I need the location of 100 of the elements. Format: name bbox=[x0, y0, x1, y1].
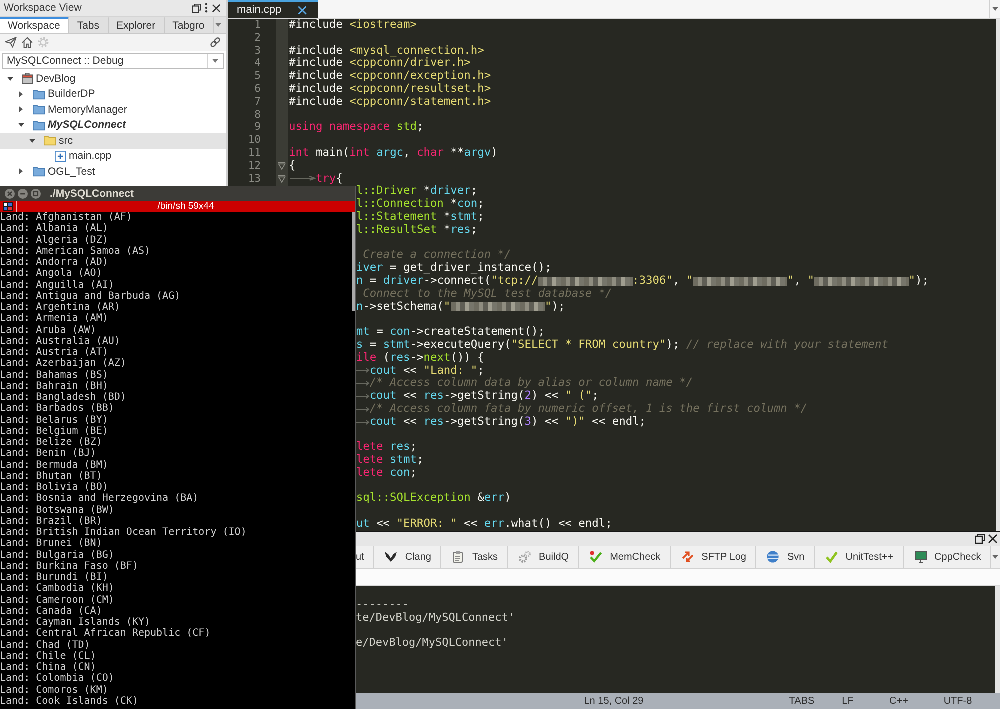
terminal-line: Land: Brazil (BR) bbox=[0, 516, 102, 527]
language: C++ bbox=[890, 696, 908, 706]
terminal-line: Land: Chad (TD) bbox=[0, 640, 90, 651]
terminal-line: Land: Bahrain (BH) bbox=[0, 380, 108, 392]
link-icon[interactable] bbox=[210, 37, 221, 48]
output-tab[interactable]: Svn bbox=[756, 546, 815, 568]
minimize-icon[interactable] bbox=[18, 188, 28, 198]
panel-title: Workspace View bbox=[4, 2, 82, 14]
tree-item[interactable]: DevBlog bbox=[0, 71, 226, 86]
tree-item[interactable]: main.cpp bbox=[0, 148, 226, 164]
more-options-icon[interactable] bbox=[205, 3, 208, 13]
caret-icon[interactable] bbox=[212, 59, 219, 63]
terminal-line: Land: China (CN) bbox=[0, 662, 96, 673]
terminal-line: Land: Aruba (AW) bbox=[0, 324, 96, 336]
expander-icon[interactable] bbox=[18, 123, 24, 128]
line-number: 7 bbox=[254, 96, 261, 109]
output-tab[interactable]: MemCheck bbox=[579, 546, 671, 568]
terminal-line: Land: Belgium (BE) bbox=[0, 426, 108, 437]
terminal-line: Land: Albania (AL) bbox=[0, 223, 108, 234]
code-text: lete con; bbox=[356, 466, 417, 480]
code-text: iver = get_driver_instance(); bbox=[356, 262, 552, 275]
code-text: ", " bbox=[787, 274, 814, 288]
expander-icon[interactable] bbox=[6, 76, 14, 81]
tree-item[interactable]: MySQLConnect bbox=[0, 118, 226, 133]
line-number: 1 bbox=[254, 19, 261, 32]
terminal-line: Land: Burundi (BI) bbox=[0, 572, 108, 583]
expander-icon[interactable] bbox=[19, 90, 23, 98]
line-number: 5 bbox=[254, 70, 261, 83]
check-icon bbox=[826, 551, 838, 563]
tab[interactable]: Tabs bbox=[69, 17, 109, 33]
code-text: n = driver->connect("tcp:// bbox=[356, 274, 538, 288]
terminal-line: Land: American Samoa (AS) bbox=[0, 246, 151, 257]
code-text: using namespace std; bbox=[289, 121, 424, 134]
terminal-line: Land: Austria (AT) bbox=[0, 347, 108, 358]
code-text: #include <cppconn/resultset.h> bbox=[289, 82, 492, 96]
tab-arrow-icon bbox=[356, 368, 370, 374]
fold-marker-icon[interactable] bbox=[278, 162, 286, 170]
code-text: "); bbox=[908, 274, 929, 288]
code-text: sql::SQLException &err) bbox=[356, 492, 512, 506]
code-text: lete res; bbox=[356, 441, 417, 454]
terminal-line: Land: Antigua and Barbuda (AG) bbox=[0, 290, 181, 302]
home-icon[interactable] bbox=[22, 37, 33, 48]
expander-icon[interactable] bbox=[19, 168, 23, 176]
output-tab[interactable]: Tasks bbox=[441, 546, 508, 568]
monitor-icon bbox=[914, 551, 927, 563]
line-number: 6 bbox=[254, 82, 261, 96]
terminal-line: Land: Bulgaria (BG) bbox=[0, 550, 114, 560]
output-tab[interactable]: UnitTest++ bbox=[814, 546, 904, 568]
close-icon[interactable] bbox=[298, 6, 307, 14]
close-icon[interactable] bbox=[212, 4, 221, 12]
code-text: #include <cppconn/exception.h> bbox=[289, 70, 492, 83]
output-tab[interactable]: BuildQ bbox=[508, 546, 580, 568]
terminal-line: Land: Algeria (DZ) bbox=[0, 234, 108, 246]
configuration-dropdown[interactable]: MySQLConnect :: Debug bbox=[2, 53, 224, 69]
tree-item[interactable]: src bbox=[0, 133, 226, 148]
caret-icon[interactable] bbox=[215, 23, 222, 27]
toolbox-icon bbox=[22, 73, 33, 84]
tree-item[interactable]: BuilderDP bbox=[0, 86, 226, 102]
expander-icon[interactable] bbox=[28, 138, 36, 143]
terminal-line: Land: Comoros (KM) bbox=[0, 684, 108, 696]
output-tab[interactable]: SFTP Log bbox=[670, 546, 756, 568]
restore-icon[interactable] bbox=[192, 4, 201, 12]
code-text: int main(int argc, char **argv) bbox=[289, 146, 498, 160]
tree-item[interactable]: MemoryManager bbox=[0, 102, 226, 118]
tab[interactable]: Explorer bbox=[108, 17, 165, 33]
window-title: ./MySQLConnect bbox=[50, 188, 134, 200]
tab[interactable]: Tabgro bbox=[164, 17, 214, 33]
terminal-line: Land: Barbados (BB) bbox=[0, 403, 114, 414]
caret-icon[interactable] bbox=[992, 555, 1000, 559]
tab-arrow-icon bbox=[356, 420, 370, 425]
close-icon[interactable] bbox=[988, 534, 998, 544]
paper-plane-icon[interactable] bbox=[5, 37, 17, 48]
tab[interactable]: Workspace bbox=[0, 17, 70, 33]
code-text: cout << res->getString(2) << " ("; bbox=[370, 390, 599, 403]
code-text: s = stmt->executeQuery("SELECT * FROM country"); // replace with your statement bbox=[356, 338, 889, 352]
maximize-icon[interactable] bbox=[31, 188, 41, 198]
scrollbar-thumb[interactable] bbox=[352, 212, 355, 311]
caret-icon[interactable] bbox=[992, 7, 998, 11]
output-tab[interactable]: CppCheck bbox=[904, 546, 992, 568]
tab-arrow-icon bbox=[356, 381, 370, 386]
code-text: l::ResultSet *res; bbox=[356, 224, 478, 237]
output-line: te/DevBlog/MySQLConnect' bbox=[356, 610, 515, 624]
expander-icon[interactable] bbox=[19, 106, 23, 114]
tree-item[interactable]: OGL_Test bbox=[0, 164, 226, 180]
line-number: 2 bbox=[254, 32, 261, 45]
terminal-line: Land: British Indian Ocean Territory (IO) bbox=[0, 527, 247, 538]
editor-tab[interactable]: main.cpp bbox=[228, 0, 318, 18]
restore-icon[interactable] bbox=[975, 534, 985, 544]
line-number: 13 bbox=[248, 172, 261, 186]
code-text: #include <iostream> bbox=[289, 19, 417, 32]
fold-marker-icon[interactable] bbox=[278, 174, 286, 183]
terminal-line: Land: Cameroon (CM) bbox=[0, 594, 114, 606]
terminal-line: Land: Argentina (AR) bbox=[0, 302, 120, 314]
folder-icon bbox=[33, 88, 45, 100]
code-text: cout << "Land: "; bbox=[370, 364, 484, 378]
output-tab[interactable]: Clang bbox=[374, 546, 442, 568]
line-number: 12 bbox=[248, 160, 261, 173]
cursor-position: Ln 15, Col 29 bbox=[584, 696, 644, 706]
clipboard-icon bbox=[452, 551, 464, 563]
line-ending: LF bbox=[842, 696, 854, 706]
